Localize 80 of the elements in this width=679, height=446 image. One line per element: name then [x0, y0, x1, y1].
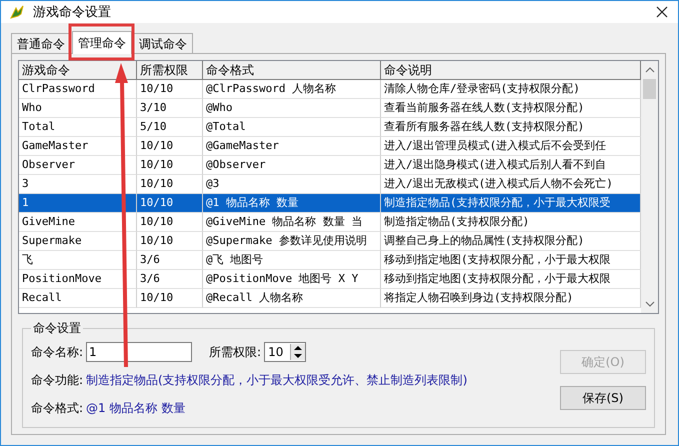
table-row[interactable]: Total 5/10 @Total 查看所有服务器在线人数(支持权限分配)	[19, 118, 641, 137]
table-cell: @飞 地图号	[203, 251, 381, 270]
scroll-thumb[interactable]	[643, 79, 656, 99]
field-label: 命令功能:	[31, 372, 84, 388]
field-label: 命令格式:	[31, 400, 84, 416]
table-row[interactable]: Who 3/10 @Who 查看当前服务器在线人数(支持权限分配)	[19, 99, 641, 118]
table-cell: 飞	[19, 251, 137, 270]
tab[interactable]: 调试命令	[133, 33, 193, 53]
table-cell: 移动到指定地图(支持权限分配，小于最大权限	[381, 270, 641, 289]
table-cell: @Recall 人物名称	[203, 289, 381, 308]
table-cell: PositionMove	[19, 270, 137, 289]
table-cell: Observer	[19, 156, 137, 175]
table-cell: 查看当前服务器在线人数(支持权限分配)	[381, 99, 641, 118]
spin-up-icon[interactable]	[293, 345, 304, 351]
table-cell: @Observer	[203, 156, 381, 175]
table-cell: 10/10	[137, 232, 203, 251]
table-cell: 1	[19, 194, 137, 213]
column-header[interactable]: 所需权限	[137, 61, 203, 80]
table-row[interactable]: Supermake 10/10 @Supermake 参数详见使用说明 调整自己身上的物品属性(支持权限分配)	[19, 232, 641, 251]
highlight-box	[68, 24, 134, 60]
table-cell: 10/10	[137, 137, 203, 156]
table-cell: 5/10	[137, 118, 203, 137]
table-cell: 制造指定物品(支持权限分配)	[381, 213, 641, 232]
permission-spinbox[interactable]: 10	[264, 342, 306, 362]
table-cell: 3/6	[137, 270, 203, 289]
window-title: 游戏命令设置	[33, 4, 112, 21]
table-row[interactable]: Recall 10/10 @Recall 人物名称 将指定人物召唤到身边(支持权限分配)	[19, 289, 641, 308]
table-cell: 制造指定物品(支持权限分配，小于最大权限受	[381, 194, 641, 213]
format-text: @1 物品名称 数量	[86, 400, 186, 416]
table-row[interactable]: 1 10/10 @1 物品名称 数量 制造指定物品(支持权限分配，小于最大权限受	[19, 194, 641, 213]
table-cell: @ClrPassword 人物名称	[203, 80, 381, 99]
table-cell: 3/10	[137, 99, 203, 118]
table-cell: 10/10	[137, 80, 203, 99]
dialog-button[interactable]: 保存(S)	[560, 386, 646, 410]
tab[interactable]: 管理命令	[72, 31, 132, 54]
table-cell: 移动到指定地图(支持权限分配，小于最大权限	[381, 251, 641, 270]
table-cell: 10/10	[137, 289, 203, 308]
spin-down-icon[interactable]	[293, 353, 304, 359]
table-cell: Recall	[19, 289, 137, 308]
table-cell: @GameMaster	[203, 137, 381, 156]
table-row[interactable]: GameMaster 10/10 @GameMaster 进入/退出管理员模式(进入模式后不会受到任	[19, 137, 641, 156]
table-cell: 3/6	[137, 251, 203, 270]
table-cell: GiveMine	[19, 213, 137, 232]
app-icon	[9, 4, 25, 20]
table-cell: 清除人物仓库/登录密码(支持权限分配)	[381, 80, 641, 99]
table-row[interactable]: ClrPassword 10/10 @ClrPassword 人物名称 清除人物仓库/登录密码(支持权限分配)	[19, 80, 641, 99]
scroll-up-icon[interactable]	[644, 67, 654, 73]
table-cell: GameMaster	[19, 137, 137, 156]
scroll-down-icon[interactable]	[644, 301, 654, 307]
table-cell: @PositionMove 地图号 X Y	[203, 270, 381, 289]
column-header[interactable]: 命令格式	[203, 61, 381, 80]
table-row[interactable]: 飞 3/6 @飞 地图号 移动到指定地图(支持权限分配，小于最大权限	[19, 251, 641, 270]
table-cell: 10/10	[137, 213, 203, 232]
table-cell: @1 物品名称 数量	[203, 194, 381, 213]
field-label: 所需权限:	[209, 344, 262, 360]
table-cell: 10/10	[137, 194, 203, 213]
table-row[interactable]: PositionMove 3/6 @PositionMove 地图号 X Y 移动到指定地图(支持权限分配，小于最大权限	[19, 270, 641, 289]
table-cell: Supermake	[19, 232, 137, 251]
function-text: 制造指定物品(支持权限分配，小于最大权限受允许、禁止制造列表限制)	[86, 372, 468, 388]
tab[interactable]: 普通命令	[11, 33, 71, 53]
table-cell: @Who	[203, 99, 381, 118]
table-row[interactable]: Observer 10/10 @Observer 进入/退出隐身模式(进入模式后别人看不到自	[19, 156, 641, 175]
table-cell: 查看所有服务器在线人数(支持权限分配)	[381, 118, 641, 137]
table-cell: @Total	[203, 118, 381, 137]
table-cell: 10/10	[137, 156, 203, 175]
field-label: 命令名称:	[31, 344, 84, 360]
table-cell: Total	[19, 118, 137, 137]
table-cell: @GiveMine 物品名称 数量 当	[203, 213, 381, 232]
table-cell: 调整自己身上的物品属性(支持权限分配)	[381, 232, 641, 251]
table-cell: 将指定人物召唤到身边(支持权限分配)	[381, 289, 641, 308]
table-cell: @Supermake 参数详见使用说明	[203, 232, 381, 251]
table-cell: 进入/退出隐身模式(进入模式后别人看不到自	[381, 156, 641, 175]
close-icon[interactable]	[656, 6, 668, 18]
table-cell: Who	[19, 99, 137, 118]
group-title: 命令设置	[31, 320, 83, 337]
column-header[interactable]: 命令说明	[381, 61, 641, 80]
table-cell: 进入/退出管理员模式(进入模式后不会受到任	[381, 137, 641, 156]
table-row[interactable]: GiveMine 10/10 @GiveMine 物品名称 数量 当 制造指定物品(支持权限分配)	[19, 213, 641, 232]
scrollbar[interactable]	[641, 61, 658, 313]
command-name-field[interactable]: 1	[86, 342, 192, 362]
